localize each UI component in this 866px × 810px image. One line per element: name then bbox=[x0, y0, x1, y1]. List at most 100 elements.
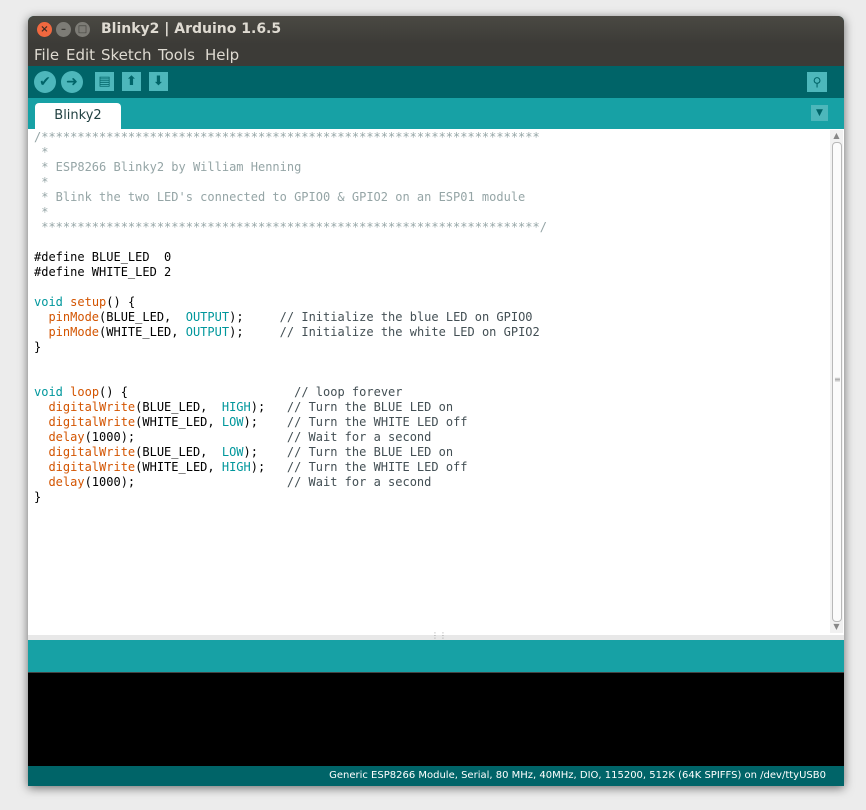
vertical-scrollbar[interactable]: ▲ ≡ ▼ bbox=[830, 130, 843, 633]
code-line[interactable]: delay(1000); // Wait for a second bbox=[34, 430, 547, 445]
code-line[interactable]: ****************************************… bbox=[34, 220, 547, 235]
code-token: loop bbox=[70, 385, 100, 399]
code-line[interactable] bbox=[34, 235, 547, 250]
code-token: ); bbox=[229, 310, 280, 324]
upload-button[interactable]: ➜ bbox=[61, 71, 83, 93]
code-token: setup bbox=[70, 295, 107, 309]
scrollbar-thumb[interactable]: ≡ bbox=[832, 142, 842, 622]
code-token: ); bbox=[250, 400, 287, 414]
code-token: * bbox=[34, 205, 49, 219]
code-token: void bbox=[34, 295, 63, 309]
code-line[interactable] bbox=[34, 355, 547, 370]
code-line[interactable]: * bbox=[34, 175, 547, 190]
code-token: digitalWrite bbox=[48, 400, 136, 414]
code-line[interactable]: digitalWrite(BLUE_LED, LOW); // Turn the… bbox=[34, 445, 547, 460]
code-token: delay bbox=[48, 430, 85, 444]
menu-bar: File Edit Sketch Tools Help bbox=[28, 44, 844, 66]
menu-file[interactable]: File bbox=[34, 46, 59, 64]
code-line[interactable]: void loop() { // loop forever bbox=[34, 385, 547, 400]
code-line[interactable]: * bbox=[34, 145, 547, 160]
menu-help[interactable]: Help bbox=[205, 46, 239, 64]
scroll-down-icon[interactable]: ▼ bbox=[832, 622, 841, 632]
code-line[interactable]: digitalWrite(WHITE_LED, LOW); // Turn th… bbox=[34, 415, 547, 430]
code-line[interactable]: pinMode(BLUE_LED, OUTPUT); // Initialize… bbox=[34, 310, 547, 325]
code-line[interactable]: * ESP8266 Blinky2 by William Henning bbox=[34, 160, 547, 175]
magnifier-icon: ⚲ bbox=[812, 75, 822, 89]
board-info: Generic ESP8266 Module, Serial, 80 MHz, … bbox=[329, 770, 826, 781]
code-text[interactable]: /***************************************… bbox=[34, 130, 547, 505]
code-token: ); bbox=[250, 460, 287, 474]
menu-sketch[interactable]: Sketch bbox=[101, 46, 152, 64]
code-token: ); bbox=[229, 325, 280, 339]
code-token: delay bbox=[48, 475, 85, 489]
code-token: HIGH bbox=[221, 400, 251, 414]
code-line[interactable] bbox=[34, 280, 547, 295]
minimize-window-button[interactable]: – bbox=[56, 22, 71, 37]
code-line[interactable]: #define BLUE_LED 0 bbox=[34, 250, 547, 265]
code-token: HIGH bbox=[221, 460, 251, 474]
code-line[interactable]: digitalWrite(BLUE_LED, HIGH); // Turn th… bbox=[34, 400, 547, 415]
code-token: // Wait for a second bbox=[286, 430, 432, 444]
code-token: // Initialize the blue LED on GPIO0 bbox=[279, 310, 533, 324]
menu-edit[interactable]: Edit bbox=[66, 46, 95, 64]
code-token: OUTPUT bbox=[185, 310, 230, 324]
toolbar: ✔ ➜ ▤ ⬆ ⬇ ⚲ bbox=[28, 66, 844, 98]
code-token: #define WHITE_LED 2 bbox=[34, 265, 172, 279]
code-token: LOW bbox=[221, 445, 244, 459]
save-sketch-button[interactable]: ⬇ bbox=[149, 72, 168, 91]
code-token: (WHITE_LED, bbox=[135, 460, 222, 474]
code-token: (WHITE_LED, bbox=[135, 415, 222, 429]
close-window-button[interactable]: × bbox=[37, 22, 52, 37]
code-line[interactable]: delay(1000); // Wait for a second bbox=[34, 475, 547, 490]
code-token: * ESP8266 Blinky2 by William Henning bbox=[34, 160, 302, 174]
new-sketch-button[interactable]: ▤ bbox=[95, 72, 114, 91]
code-token: ****************************************… bbox=[34, 220, 547, 234]
code-token: // Turn the WHITE LED off bbox=[286, 460, 468, 474]
arduino-ide-window: × – □ Blinky2 | Arduino 1.6.5 File Edit … bbox=[28, 16, 844, 786]
code-token: } bbox=[34, 490, 42, 504]
code-token: void bbox=[34, 385, 63, 399]
tab-bar: Blinky2 ▼ bbox=[28, 98, 844, 129]
code-line[interactable] bbox=[34, 370, 547, 385]
code-token: * bbox=[34, 145, 49, 159]
code-token: (BLUE_LED, bbox=[135, 445, 222, 459]
code-line[interactable]: * bbox=[34, 205, 547, 220]
scroll-up-icon[interactable]: ▲ bbox=[832, 131, 841, 141]
menu-tools[interactable]: Tools bbox=[158, 46, 195, 64]
code-line[interactable]: * Blink the two LED's connected to GPIO0… bbox=[34, 190, 547, 205]
code-line[interactable]: #define WHITE_LED 2 bbox=[34, 265, 547, 280]
tab-blinky2[interactable]: Blinky2 bbox=[35, 103, 121, 129]
grip-icon: ⋮⋮ bbox=[431, 631, 447, 640]
code-line[interactable]: /***************************************… bbox=[34, 130, 547, 145]
code-token: (1000); bbox=[84, 475, 287, 489]
window-title: Blinky2 | Arduino 1.6.5 bbox=[101, 21, 282, 37]
code-token: digitalWrite bbox=[48, 460, 136, 474]
triangle-down-icon: ▼ bbox=[816, 108, 823, 118]
serial-monitor-button[interactable]: ⚲ bbox=[807, 72, 827, 92]
code-token: () { bbox=[106, 295, 136, 309]
code-line[interactable]: pinMode(WHITE_LED, OUTPUT); // Initializ… bbox=[34, 325, 547, 340]
tab-menu-button[interactable]: ▼ bbox=[811, 105, 828, 121]
code-token: digitalWrite bbox=[48, 445, 136, 459]
code-token: ); bbox=[243, 415, 287, 429]
open-sketch-button[interactable]: ⬆ bbox=[122, 72, 141, 91]
code-editor[interactable]: /***************************************… bbox=[28, 129, 844, 635]
code-line[interactable]: } bbox=[34, 340, 547, 355]
code-token: #define BLUE_LED 0 bbox=[34, 250, 172, 264]
output-console[interactable] bbox=[28, 672, 844, 767]
code-line[interactable]: } bbox=[34, 490, 547, 505]
code-line[interactable]: void setup() { bbox=[34, 295, 547, 310]
code-line[interactable]: digitalWrite(WHITE_LED, HIGH); // Turn t… bbox=[34, 460, 547, 475]
code-token: // Turn the BLUE LED on bbox=[286, 400, 454, 414]
code-token: pinMode bbox=[48, 325, 100, 339]
maximize-window-button[interactable]: □ bbox=[75, 22, 90, 37]
verify-button[interactable]: ✔ bbox=[34, 71, 56, 93]
grip-icon: ≡ bbox=[834, 375, 841, 384]
